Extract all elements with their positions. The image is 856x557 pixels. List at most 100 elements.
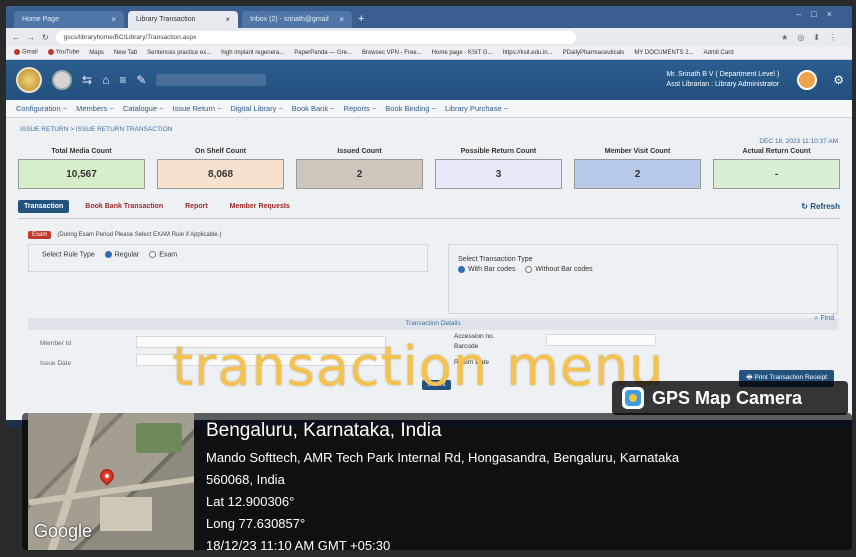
tab-label: Home Page [22,16,59,23]
issue-date-label: Issue Date [40,360,72,367]
bookmark[interactable]: New Tab [114,50,137,56]
radio-exam[interactable] [149,251,157,258]
divider [18,218,840,219]
stat-value: 3 [435,159,562,189]
map-brand: Google [34,521,93,541]
tab-transaction[interactable]: Transaction [18,200,70,213]
secondary-logo [52,70,72,90]
find-button[interactable]: ⌕ Find [815,315,835,323]
member-id-label: Member Id [40,340,72,347]
stat-value: - [713,159,840,189]
window-controls[interactable]: –□× [796,9,842,19]
menu-reports[interactable]: Reports ~ [344,104,377,113]
stat-label: On Shelf Count [195,148,246,155]
rule-type-selector: Select Rule Type Regular Exam [42,251,177,258]
stat-value: 2 [296,159,423,189]
refresh-label: Refresh [810,202,840,211]
location-map: Google [28,413,194,550]
share-icon[interactable]: ⇆ [82,73,92,87]
edit-icon[interactable]: ✎ [136,73,146,87]
bookmark[interactable]: PDailyPharmaceuticals [563,50,625,56]
close-icon[interactable]: × [225,15,230,24]
user-name: Mr. Srinath B V ( Department Level ) [666,71,780,78]
gear-icon[interactable]: ⚙ [833,73,844,87]
radio-label: Regular [114,251,140,259]
transaction-details-header: Transaction Details [28,318,838,330]
radio-with-barcodes[interactable] [458,265,465,273]
menu-configuration[interactable]: Configuration ~ [16,104,67,113]
radio-regular[interactable] [104,251,112,258]
gps-address-line2: 560068, India [206,472,285,487]
tab-book-bank-transaction[interactable]: Book Bank Transaction [79,200,169,213]
exam-note: Exam (During Exam Period Please Select EX… [28,231,222,239]
stat-member-visit: Member Visit Count 2 [574,148,701,189]
tab-label: Inbox (2) - srinath@gmail [250,16,329,23]
menu-book-binding[interactable]: Book Binding ~ [385,104,436,113]
bookmark[interactable]: Home page - KSIT G... [432,50,493,56]
member-form-labels: Member Id Issue Date [40,334,71,374]
current-datetime: DEC 18, 2023 11:10:37 AM [759,138,838,145]
menu-issue-return[interactable]: Issue Return ~ [172,104,221,113]
stat-label: Possible Return Count [460,148,537,155]
breadcrumb: ISSUE RETURN > ISSUE RETURN TRANSACTION [20,126,173,133]
bookmark[interactable]: high implant regenera... [221,50,284,56]
tab-member-requests[interactable]: Member Requests [224,200,296,213]
menu-library-purchase[interactable]: Library Purchase ~ [445,104,508,113]
stat-label: Actual Return Count [742,148,811,155]
home-icon[interactable]: ⌂ [102,73,109,87]
stat-total-media: Total Media Count 10,567 [18,148,145,189]
close-icon[interactable]: × [339,15,344,24]
browser-tab[interactable]: Home Page × [14,11,124,28]
stat-issued: Issued Count 2 [296,148,423,189]
stat-actual-return: Actual Return Count - [713,148,840,189]
exam-badge: Exam [28,231,52,239]
menu-icon[interactable]: ≡ [119,73,126,87]
tab-report[interactable]: Report [179,200,214,213]
reload-icon[interactable]: ↻ [42,33,49,42]
bookmark[interactable]: Browsec VPN - Free... [362,50,422,56]
menu-digital-library[interactable]: Digital Library ~ [230,104,282,113]
app-title-blurred [156,74,267,86]
address-bar: ← → ↻ gscs/libraryhome/BC/Library/Transa… [6,28,852,46]
transaction-type-selector: Select Transaction Type With Bar codes W… [458,255,593,275]
refresh-button[interactable]: ↻ Refresh [801,202,840,211]
overlay-caption: transaction menu [172,335,665,398]
bookmark[interactable]: YouTube [47,49,79,56]
gps-details: Bengaluru, Karnataka, India Mando Softte… [206,420,679,557]
stat-label: Total Media Count [51,148,112,155]
new-tab-icon[interactable]: + [358,11,364,28]
radio-label: Without Bar codes [535,266,593,273]
bookmark[interactable]: Sentences practice ex... [147,50,211,56]
browser-tab-strip: Home Page × Library Transaction × Inbox (2… [6,6,852,28]
find-label: Find [820,315,834,322]
browser-toolbar-icons[interactable]: ★◎⬇⋮ [781,33,846,42]
gps-longitude: Long 77.630857° [206,516,306,531]
stat-value: 8,068 [157,159,284,189]
bookmark[interactable]: MY DOCUMENTS 2... [634,50,693,56]
note-text: (During Exam Period Please Select EXAM R… [57,232,222,238]
radio-without-barcodes[interactable] [525,265,533,273]
bookmark[interactable]: PaperPanda — Gre... [294,50,352,56]
camera-app-icon [622,387,644,409]
avatar[interactable] [797,70,818,90]
browser-tab[interactable]: Inbox (2) - srinath@gmail × [242,11,352,28]
gps-app-badge: GPS Map Camera [612,381,848,415]
bookmark[interactable]: Gmail [14,49,38,56]
close-icon[interactable]: × [111,15,116,24]
url-field[interactable]: gscs/libraryhome/BC/Library/Transaction.… [55,30,576,44]
bookmark[interactable]: Admit Card [704,50,734,56]
bookmark[interactable]: Maps [89,50,104,56]
stats-row: Total Media Count 10,567 On Shelf Count … [18,148,840,189]
user-info: Mr. Srinath B V ( Department Level ) Ass… [666,70,779,90]
back-icon[interactable]: ← [12,33,20,42]
menu-book-bank[interactable]: Book Bank ~ [292,104,335,113]
photo: Home Page × Library Transaction × Inbox (2… [0,0,856,557]
menu-members[interactable]: Members ~ [76,104,114,113]
menu-catalogue[interactable]: Catalogue ~ [123,104,164,113]
gps-address-line1: Mando Softtech, AMR Tech Park Internal R… [206,450,680,465]
stat-value: 2 [574,159,701,189]
transaction-type-label: Select Transaction Type [458,256,533,263]
browser-tab-active[interactable]: Library Transaction × [128,11,238,28]
forward-icon[interactable]: → [27,33,35,42]
bookmark[interactable]: https://ksit.edu.in... [503,50,553,56]
